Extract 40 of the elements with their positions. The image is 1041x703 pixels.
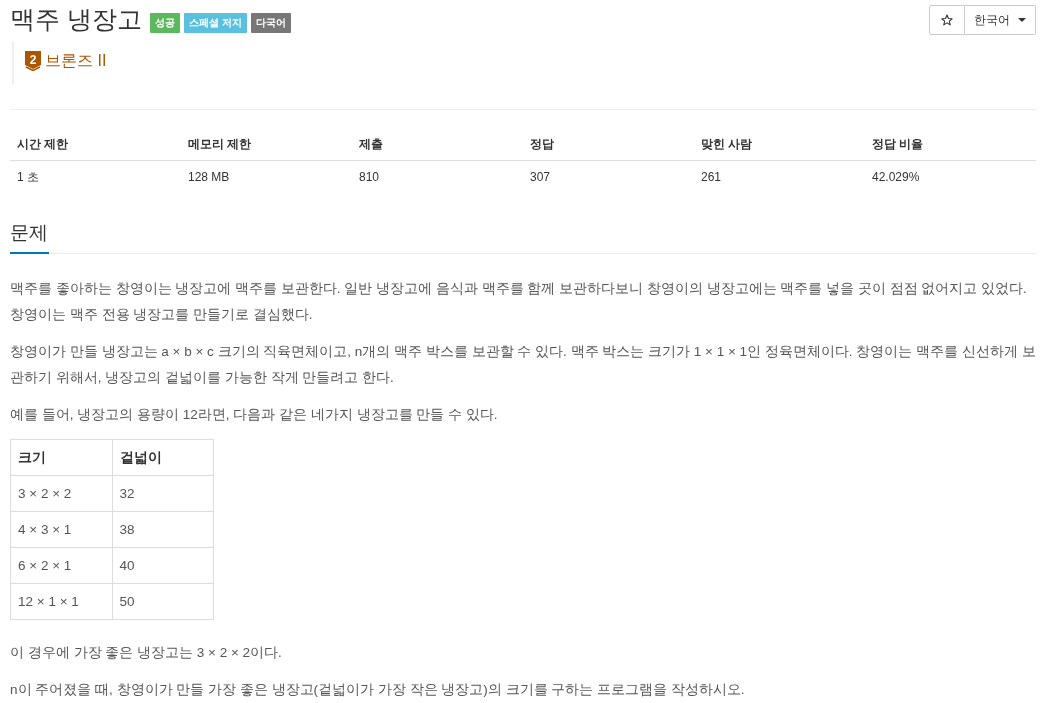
table-cell: 128 MB [181,160,352,193]
table-header-cell: 시간 제한 [10,129,181,161]
table-header-cell: 크기 [10,439,112,476]
table-header-cell: 정답 [523,129,694,161]
table-cell: 810 [352,160,523,193]
paragraph-text: 창영이가 만들 냉장고는 a × b × c 크기의 직육면체이고, n개의 맥주 박스를 보관할 수 있다. 맥주 박스는 크기가 1 × 1 × 1인 정육면체이다. 창영이는 맥주를 신선하게 보관하기 위해서, 냉장고의 겉넓이를 가능한 작게 만들려고 한다. [10,343,1036,387]
status-badge: 스페셜 저지 [183,13,247,33]
section-heading: 문제 [10,221,49,254]
paragraph-text: n이 주어졌을 때, 창영이가 만들 가장 좋은 냉장고(겉넓이가 가장 작은 냉장고)의 크기를 구하는 프로그램을 작성하시오. [10,681,746,699]
table-header-cell: 정답 비율 [865,129,1036,161]
table-cell: 261 [694,160,865,193]
table-header-cell: 겉넓이 [112,439,214,476]
paragraph-text: 이 경우에 가장 좋은 냉장고는 3 × 2 × 2이다. [10,644,283,662]
language-label: 한국어 [974,13,1010,27]
language-dropdown[interactable]: 한국어 [965,5,1036,35]
status-badge: 다국어 [250,13,291,33]
table-cell: 1 초 [10,160,181,193]
table-cell: 38 [112,511,214,548]
shield-icon: 2 [25,51,41,71]
paragraph-text: 맥주를 좋아하는 창영이는 냉장고에 맥주를 보관한다. 일반 냉장고에 음식과 맥주를 함께 보관하다보니 창영이의 냉장고에는 맥주를 넣을 곳이 점점 없어지고 있었다. 창영이는 맥주 전용 냉장고를 만들기로 결심했다. [10,280,1028,324]
table-cell: 12 × 1 × 1 [10,583,112,620]
table-cell: 4 × 3 × 1 [10,511,112,548]
tier-link[interactable]: 2 브론즈 II [25,51,107,71]
table-cell: 307 [523,160,694,193]
caret-icon [1018,18,1026,22]
star-icon [941,14,953,26]
table-cell: 42.029% [865,160,1036,193]
table-cell: 32 [112,475,214,512]
problem-title: 맥주 냉장고 [10,4,142,34]
table-cell: 3 × 2 × 2 [10,475,112,512]
table-cell: 6 × 2 × 1 [10,547,112,584]
paragraph-text: 예를 들어, 냉장고의 용량이 12라면, 다음과 같은 네가지 냉장고를 만들 수 있다. [10,406,499,424]
table-cell: 50 [112,583,214,620]
status-badge: 성공 [149,13,180,33]
tier-label: 브론즈 II [45,51,107,71]
table-cell: 40 [112,547,214,584]
table-header-cell: 메모리 제한 [181,129,352,161]
star-button[interactable] [929,5,965,35]
table-header-cell: 맞힌 사람 [694,129,865,161]
table-header-cell: 제출 [352,129,523,161]
